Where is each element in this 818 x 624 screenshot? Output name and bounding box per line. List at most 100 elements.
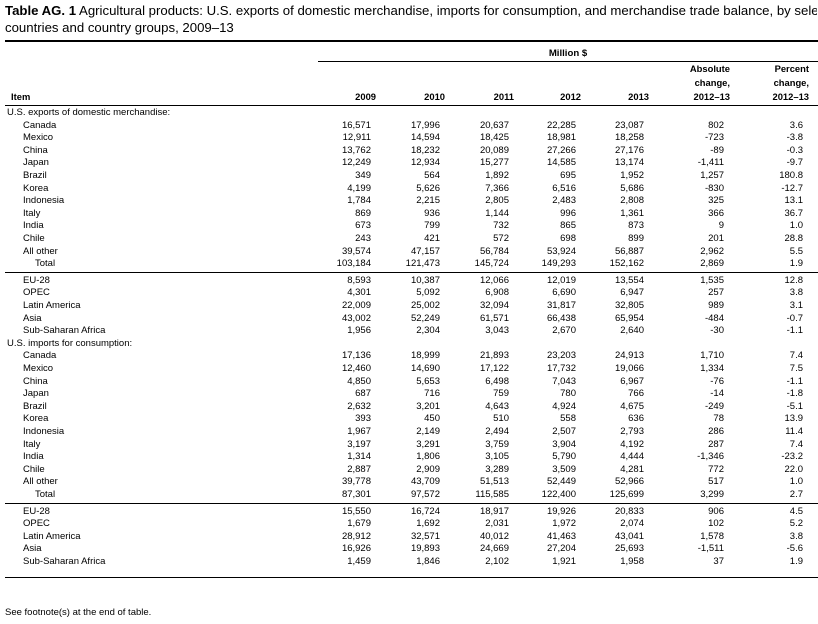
table-cell: -1,346	[697, 451, 724, 463]
row-label: China	[23, 144, 48, 156]
table-cell: 125,699	[609, 489, 644, 500]
table-cell: 4,850	[347, 375, 371, 387]
table-cell: -89	[710, 144, 724, 156]
table-cell: 799	[424, 220, 440, 232]
table-cell: 4,643	[485, 400, 509, 412]
table-cell: 13.1	[784, 195, 804, 207]
table-cell: 1.0	[789, 476, 803, 488]
table-cell: 180.8	[779, 170, 803, 181]
header-pct-line: Percent	[774, 63, 809, 74]
table-cell: 17,996	[410, 119, 440, 131]
table-cell: 2,149	[416, 426, 440, 437]
table-cell: 564	[424, 170, 440, 181]
table-cell: 906	[708, 505, 724, 517]
units-label: Million $	[548, 48, 588, 59]
table-cell: 2.7	[789, 489, 803, 500]
table-cell: 3,197	[347, 438, 371, 450]
row-label: Canada	[23, 350, 57, 362]
table-cell: 22.0	[784, 463, 804, 475]
row-label: Sub-Saharan Africa	[23, 325, 106, 337]
table-row: Sub-Saharan Africa 1,956 2,304 3,043 2,670 2,…	[5, 325, 818, 338]
table-cell: 40,012	[479, 530, 509, 542]
table-cell: 8,593	[347, 274, 371, 286]
table-row: Sub-Saharan Africa 1,459 1,846 2,102 1,921 1,…	[5, 556, 818, 569]
header-year: 2013	[628, 91, 649, 102]
table-cell: 14,690	[410, 363, 440, 374]
table-cell: 996	[560, 207, 576, 219]
table-row: China 13,762 18,232 20,089 27,266 27,176 -89 -0…	[5, 145, 818, 158]
table-cell: 2,507	[552, 426, 576, 437]
table-cell: 1,535	[700, 274, 724, 286]
row-label: Canada	[23, 119, 57, 131]
table-cell: 243	[355, 233, 371, 244]
table-cell: 366	[708, 207, 724, 219]
header-abs-line: 2012–13	[693, 91, 731, 102]
table-row: Korea 4,199 5,626 7,366 6,516 5,686 -830 -12.7	[5, 183, 818, 196]
table-cell: 1,334	[700, 363, 724, 374]
table-cell: 759	[493, 388, 509, 400]
table-cell: 22,285	[546, 119, 576, 131]
table-cell: 14,585	[546, 157, 576, 169]
table-cell: 18,999	[410, 350, 440, 362]
table-row: All other 39,778 43,709 51,513 52,449 52,966 5…	[5, 476, 818, 489]
table-cell: 1,892	[485, 170, 509, 181]
total-row: Total 87,301 97,572 115,585 122,400 125,699 3,…	[5, 489, 818, 502]
table-cell: 18,917	[479, 505, 509, 517]
row-label: Indonesia	[23, 195, 65, 207]
table-cell: 19,926	[546, 505, 576, 517]
table-cell: 6,516	[552, 182, 576, 194]
table-cell: 1,956	[347, 325, 371, 337]
row-label: Total	[35, 258, 56, 270]
row-label: Total	[35, 489, 56, 500]
table-cell: 17,732	[546, 363, 576, 374]
table-cell: 2,962	[700, 245, 724, 257]
table-cell: 1,806	[416, 451, 440, 463]
table-title: Table AG. 1 Agricultural products: U.S. …	[5, 2, 817, 36]
table-cell: 558	[560, 413, 576, 425]
table-cell: 287	[708, 438, 724, 450]
table-cell: 572	[493, 233, 509, 244]
table-cell: 152,162	[609, 258, 644, 270]
table-cell: 87,301	[341, 489, 371, 500]
table-cell: 421	[424, 233, 440, 244]
table-row: Italy 869 936 1,144 996 1,361 366 36.7	[5, 208, 818, 221]
table-cell: 4,199	[347, 182, 371, 194]
table-row: Indonesia 1,967 2,149 2,494 2,507 2,793 286 11.…	[5, 426, 818, 439]
table-cell: 56,784	[479, 245, 509, 257]
table-cell: 53,924	[546, 245, 576, 257]
table-cell: 13,554	[614, 274, 644, 286]
table-row: Indonesia 1,784 2,215 2,805 2,483 2,808 325 13.…	[5, 195, 818, 208]
table-cell: 636	[628, 413, 644, 425]
table-row: India 673 799 732 865 873 9 1.0	[5, 220, 818, 233]
table-cell: -830	[704, 182, 724, 194]
table-cell: 517	[708, 476, 724, 488]
table-cell: 3,289	[485, 463, 509, 475]
table-cell: -1,411	[697, 157, 724, 169]
table-cell: 7.5	[789, 363, 803, 374]
table-cell: 27,204	[546, 543, 576, 555]
table-number: Table AG. 1	[5, 3, 77, 18]
table-cell: 4,924	[552, 400, 576, 412]
table-cell: 2,632	[347, 400, 371, 412]
table-cell: -23.2	[781, 451, 803, 463]
table-row: Asia 16,926 19,893 24,669 27,204 25,693 -1,511…	[5, 543, 818, 556]
table-cell: 2,304	[416, 325, 440, 337]
table-cell: 673	[355, 220, 371, 232]
table-cell: 12,460	[341, 363, 371, 374]
table-row: Latin America 22,009 25,002 32,094 31,817 32,…	[5, 300, 818, 313]
row-label: EU-28	[23, 505, 50, 517]
section-label: U.S. imports for consumption:	[7, 337, 133, 349]
row-label: OPEC	[23, 518, 50, 530]
row-label: Mexico	[23, 132, 54, 144]
table-row: All other 39,574 47,157 56,784 53,924 56,887 2…	[5, 246, 818, 259]
table-cell: 97,572	[410, 489, 440, 500]
table-cell: 65,954	[614, 312, 644, 324]
table-cell: 772	[708, 463, 724, 475]
table-cell: 5.5	[789, 245, 803, 257]
table-row: Japan 12,249 12,934 15,277 14,585 13,174 -1,41…	[5, 157, 818, 170]
table-cell: 936	[424, 207, 440, 219]
table-row: Brazil 349 564 1,892 695 1,952 1,257 180.8	[5, 170, 818, 183]
table-cell: -5.6	[786, 543, 803, 555]
table-cell: 3,759	[485, 438, 509, 450]
table-cell: 28,912	[341, 530, 371, 542]
